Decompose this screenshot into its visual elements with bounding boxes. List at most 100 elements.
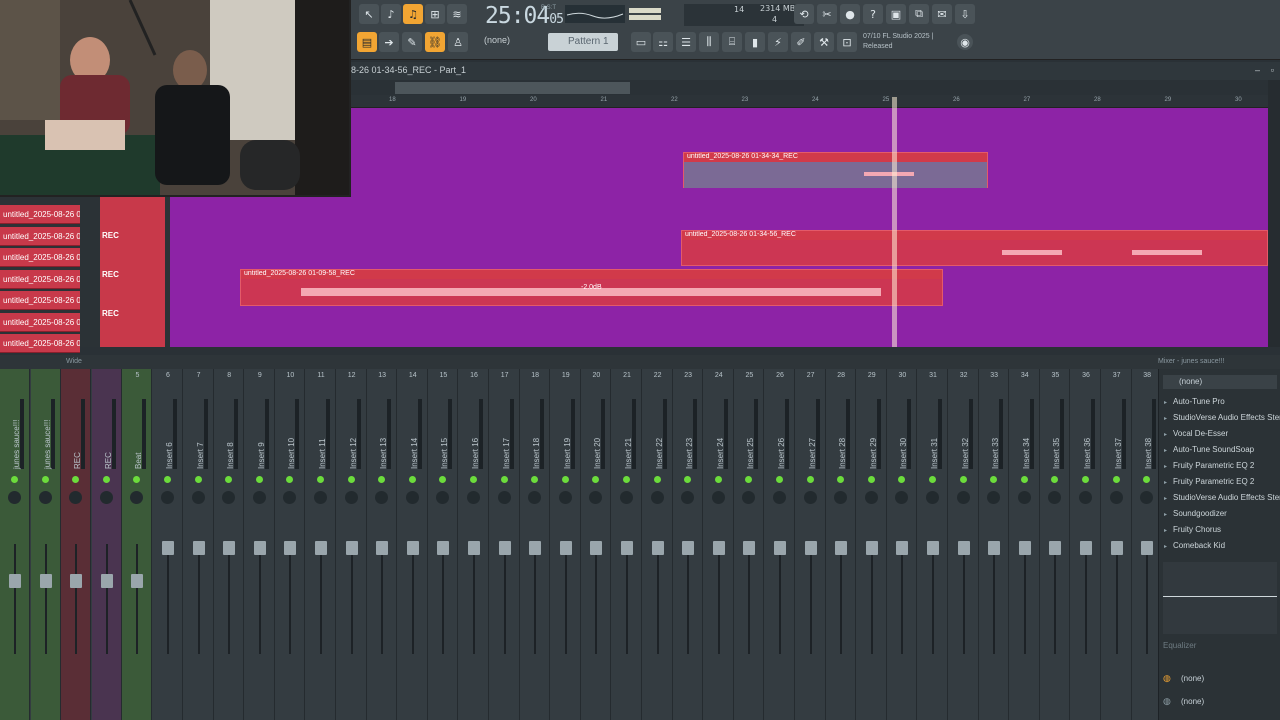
enable-led[interactable] — [592, 476, 600, 483]
volume-fader[interactable] — [162, 541, 174, 555]
volume-fader[interactable] — [651, 541, 664, 555]
pan-knob[interactable] — [895, 491, 909, 504]
volume-fader[interactable] — [559, 541, 572, 555]
volume-fader[interactable] — [712, 541, 725, 555]
pan-knob[interactable] — [375, 491, 389, 504]
enable-led[interactable] — [133, 476, 141, 483]
mixer-strip[interactable]: 22 Insert 22 — [643, 369, 673, 720]
maximize-icon[interactable]: ▫ — [1271, 65, 1274, 75]
pan-knob[interactable] — [38, 491, 52, 504]
enable-led[interactable] — [102, 476, 110, 483]
metronome-icon[interactable]: ♫ — [403, 4, 423, 24]
cut-icon[interactable]: ✂ — [817, 4, 837, 24]
mixer-strip[interactable]: 20 Insert 20 — [581, 369, 612, 720]
save-icon[interactable]: ▣ — [886, 4, 906, 24]
volume-fader[interactable] — [223, 541, 236, 555]
volume-fader[interactable] — [70, 574, 83, 588]
pan-knob[interactable] — [926, 491, 939, 504]
mixer-strip[interactable]: 36 Insert 36 — [1071, 369, 1101, 720]
output-selector[interactable]: ◍ (none) — [1163, 695, 1277, 709]
piano-roll-icon[interactable]: ☰ — [676, 32, 696, 52]
pan-knob[interactable] — [222, 491, 236, 504]
volume-fader[interactable] — [988, 541, 1001, 555]
news-hint[interactable]: 07/10 FL Studio 2025 | Released — [863, 32, 953, 52]
effect-slot[interactable]: Fruity Parametric EQ 2 — [1173, 477, 1254, 486]
enable-led[interactable] — [72, 476, 80, 483]
pan-knob[interactable] — [742, 491, 756, 504]
mixer-strip[interactable]: 25 Insert 25 — [734, 369, 765, 720]
volume-fader[interactable] — [743, 541, 756, 555]
pan-knob[interactable] — [620, 491, 633, 504]
enable-led[interactable] — [623, 476, 630, 483]
audio-clip[interactable]: untitled_2025-08-26 01-34-56_REC — [681, 230, 1268, 266]
draw-icon[interactable]: ✎ — [402, 32, 422, 52]
enable-led[interactable] — [225, 476, 233, 483]
mixer-strip[interactable]: 30 Insert 30 — [887, 369, 918, 720]
expand-arrow-icon[interactable]: ▸ — [1164, 543, 1167, 550]
pan-knob[interactable] — [834, 491, 848, 504]
mixer-strip[interactable]: 21 Insert 21 — [612, 369, 642, 720]
effect-slot[interactable]: Auto-Tune SoundSoap — [1173, 445, 1254, 454]
enable-led[interactable] — [806, 476, 814, 483]
enable-led[interactable] — [959, 476, 967, 483]
mixer-strip[interactable]: 31 Insert 31 — [918, 369, 948, 720]
eq-graph[interactable] — [1163, 562, 1277, 634]
pan-knob[interactable] — [681, 491, 695, 504]
enable-led[interactable] — [1020, 476, 1028, 483]
volume-fader[interactable] — [9, 574, 21, 588]
expand-arrow-icon[interactable]: ▸ — [1164, 463, 1167, 470]
mixer-strip[interactable]: 35 Insert 35 — [1040, 369, 1071, 720]
volume-fader[interactable] — [590, 541, 603, 555]
pan-knob[interactable] — [1079, 491, 1092, 504]
pan-knob[interactable] — [528, 491, 542, 504]
volume-fader[interactable] — [896, 541, 909, 555]
mixer-strip[interactable]: 18 Insert 18 — [520, 369, 551, 720]
playhead[interactable] — [892, 97, 897, 347]
audio-clip[interactable]: untitled_2025-08-26 01-34-34_REC — [683, 152, 988, 188]
pan-knob[interactable] — [773, 491, 786, 504]
mixer-strip[interactable]: 14 Insert 14 — [398, 369, 428, 720]
pan-knob[interactable] — [1017, 491, 1031, 504]
enable-led[interactable] — [653, 476, 661, 483]
track-name[interactable]: untitled_2025-08-26 01- — [0, 248, 80, 267]
mixer-strip[interactable]: 16 Insert 16 — [459, 369, 489, 720]
pan-knob[interactable] — [69, 491, 83, 504]
volume-fader[interactable] — [406, 541, 419, 555]
blend-notes-icon[interactable]: ≋ — [447, 4, 467, 24]
effect-slot[interactable]: StudioVerse Audio Effects Ster. — [1173, 413, 1280, 422]
channel-rack-icon[interactable]: ⚏ — [653, 32, 673, 52]
enable-led[interactable] — [439, 476, 447, 483]
expand-arrow-icon[interactable]: ▸ — [1164, 447, 1167, 454]
mixer-strip[interactable]: 24 Insert 24 — [704, 369, 734, 720]
snap-selector[interactable]: (none) — [484, 35, 510, 45]
enable-led[interactable] — [408, 476, 416, 483]
enable-led[interactable] — [990, 476, 998, 483]
track-name[interactable]: untitled_2025-08-26 01- — [0, 269, 80, 289]
mixer-strip[interactable]: 7 Insert 7 — [184, 369, 214, 720]
volume-fader[interactable] — [1080, 541, 1092, 555]
enable-led[interactable] — [1051, 476, 1059, 483]
enable-led[interactable] — [194, 476, 202, 483]
mixer-strip[interactable]: junes sauce!!! — [0, 369, 30, 720]
mixer-strip[interactable]: 27 Insert 27 — [796, 369, 826, 720]
typing-keyboard-icon[interactable]: ⊞ — [425, 4, 445, 24]
rec-label[interactable]: REC — [102, 309, 119, 318]
mixer-strip[interactable]: 10 Insert 10 — [275, 369, 306, 720]
mixer-view-icon[interactable]: ▭ — [631, 32, 651, 52]
track-name[interactable]: untitled_2025-08-26 01- — [0, 291, 80, 310]
effect-slot[interactable]: StudioVerse Audio Effects Ster. — [1173, 493, 1280, 502]
expand-arrow-icon[interactable]: ▸ — [1164, 511, 1167, 518]
enable-led[interactable] — [714, 476, 722, 483]
undo-icon[interactable]: ⟲ — [794, 4, 814, 24]
pan-knob[interactable] — [191, 491, 205, 504]
enable-led[interactable] — [684, 476, 692, 483]
snap-link-icon[interactable]: ⛓ — [425, 32, 445, 52]
pan-knob[interactable] — [497, 491, 511, 504]
mixer-strip[interactable]: 29 Insert 29 — [857, 369, 887, 720]
enable-led[interactable] — [745, 476, 753, 483]
track-name[interactable]: untitled_2025-08-26 01- — [0, 205, 80, 224]
enable-led[interactable] — [837, 476, 845, 483]
mixer-strip[interactable]: 33 Insert 33 — [979, 369, 1010, 720]
pan-knob[interactable] — [252, 491, 266, 504]
effect-slot[interactable]: Fruity Chorus — [1173, 525, 1221, 534]
